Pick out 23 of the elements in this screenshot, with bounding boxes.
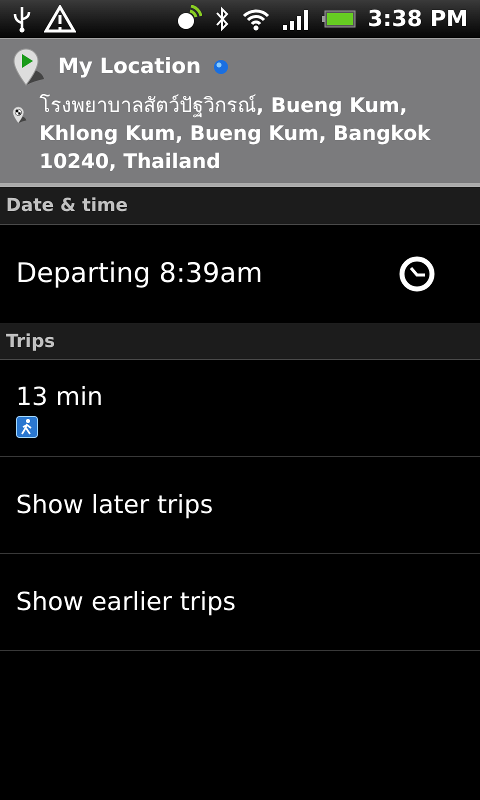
departure-row[interactable]: Departing 8:39am: [0, 225, 480, 323]
status-time: 3:38 PM: [368, 6, 468, 34]
signal-icon: [282, 7, 310, 31]
walking-icon: [16, 416, 38, 438]
item-label: Show earlier trips: [16, 586, 237, 618]
battery-icon: [322, 9, 356, 29]
departure-label: Departing 8:39am: [16, 256, 263, 291]
bluetooth-icon: [214, 5, 230, 33]
item-label: Show later trips: [16, 489, 214, 522]
list-item[interactable]: Show later trips: [0, 457, 480, 554]
section-header: Date & time: [6, 194, 128, 218]
destination-label: โรงพยาบาลสัตว์ปัฐวิกรณ์, Bueng Kum, Khlong Kum, Bueng Kum, Bangkok 10240, Thailand: [39, 92, 432, 175]
warning-icon: [44, 5, 76, 33]
trip-row[interactable]: 13 min: [0, 360, 480, 457]
wifi-icon: [242, 7, 270, 31]
item-label: 13 min: [16, 381, 104, 414]
clock-icon: [398, 255, 436, 293]
start-pin-icon: [12, 47, 46, 87]
usb-icon: [12, 5, 32, 33]
list-item[interactable]: Show earlier trips: [0, 554, 480, 651]
section-header: Trips: [6, 330, 55, 354]
location-dot-icon: [212, 59, 229, 75]
origin-label: My Location: [58, 53, 201, 80]
